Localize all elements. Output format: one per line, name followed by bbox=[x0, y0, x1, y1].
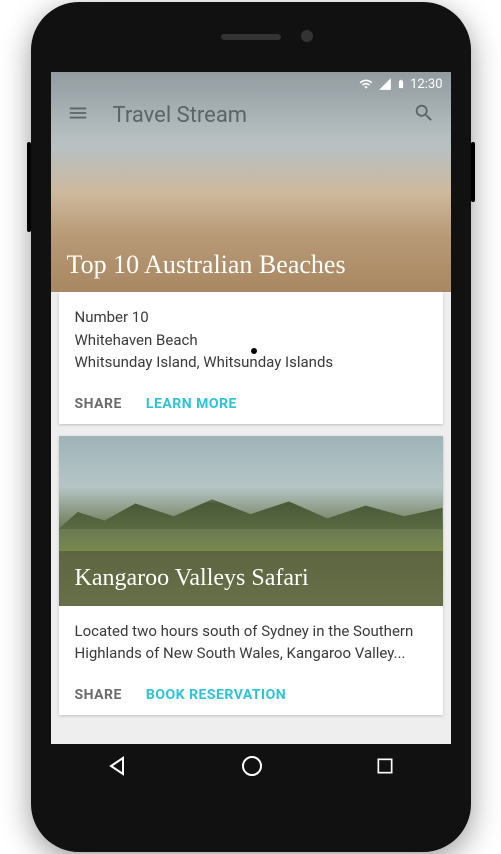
share-button[interactable]: SHARE bbox=[75, 687, 122, 703]
share-button[interactable]: SHARE bbox=[75, 396, 122, 412]
menu-icon[interactable] bbox=[67, 102, 89, 128]
card-line: Number 10 bbox=[75, 306, 427, 329]
battery-icon bbox=[396, 76, 406, 92]
phone-frame: 12:30 Travel Stream Top 10 Australian Be… bbox=[31, 2, 471, 852]
power-button[interactable] bbox=[471, 142, 475, 202]
status-bar: 12:30 bbox=[51, 72, 451, 96]
app-title: Travel Stream bbox=[113, 103, 389, 128]
card-image: Kangaroo Valleys Safari bbox=[59, 436, 443, 606]
card-body: Located two hours south of Sydney in the… bbox=[59, 606, 443, 679]
card-line: Whitehaven Beach bbox=[75, 329, 427, 352]
volume-button[interactable] bbox=[27, 142, 31, 232]
card-actions: SHARE LEARN MORE bbox=[59, 388, 443, 424]
content-area[interactable]: Number 10 Whitehaven Beach Whitsunday Is… bbox=[51, 292, 451, 744]
hero-title: Top 10 Australian Beaches bbox=[51, 238, 451, 292]
hero-image: Travel Stream Top 10 Australian Beaches bbox=[51, 72, 451, 292]
book-reservation-button[interactable]: BOOK RESERVATION bbox=[146, 687, 286, 703]
learn-more-button[interactable]: LEARN MORE bbox=[146, 396, 237, 412]
recent-apps-icon[interactable] bbox=[375, 756, 395, 780]
home-icon[interactable] bbox=[240, 754, 264, 782]
card-body: Number 10 Whitehaven Beach Whitsunday Is… bbox=[59, 292, 443, 388]
indicator-dot bbox=[251, 348, 257, 354]
wifi-icon bbox=[358, 77, 374, 91]
android-nav-bar bbox=[51, 744, 451, 792]
search-icon[interactable] bbox=[413, 102, 435, 128]
back-icon[interactable] bbox=[106, 754, 130, 782]
card-actions: SHARE BOOK RESERVATION bbox=[59, 679, 443, 715]
screen: 12:30 Travel Stream Top 10 Australian Be… bbox=[51, 72, 451, 792]
signal-icon bbox=[378, 77, 392, 91]
card-safari[interactable]: Kangaroo Valleys Safari Located two hour… bbox=[59, 436, 443, 715]
status-time: 12:30 bbox=[410, 77, 442, 92]
card-image-title: Kangaroo Valleys Safari bbox=[59, 551, 443, 606]
card-line: Whitsunday Island, Whitsunday Islands bbox=[75, 351, 427, 374]
card-beaches[interactable]: Number 10 Whitehaven Beach Whitsunday Is… bbox=[59, 292, 443, 424]
